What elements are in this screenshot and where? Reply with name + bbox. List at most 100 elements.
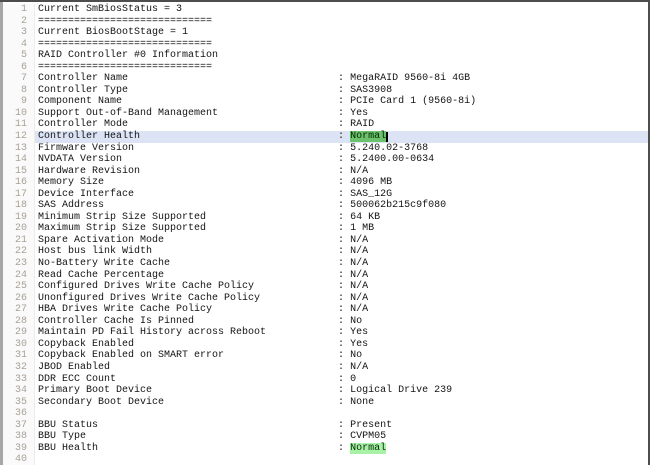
- field-value: Logical Drive 239: [350, 385, 452, 396]
- field-label: Spare Activation Mode: [38, 235, 338, 247]
- field-label: BBU Status: [38, 420, 338, 432]
- field-label: Controller Mode: [38, 119, 338, 131]
- field-value: Present: [350, 420, 392, 431]
- code-line: 22Host bus link Width: N/A: [3, 246, 648, 258]
- line-text[interactable]: Secondary Boot Device: None: [35, 397, 648, 409]
- line-text[interactable]: Support Out-of-Band Management: Yes: [35, 108, 648, 120]
- field-label: Primary Boot Device: [38, 385, 338, 397]
- code-line: 30Copyback Enabled: Yes: [3, 339, 648, 351]
- code-line: 2=============================: [3, 16, 648, 28]
- code-line: 31Copyback Enabled on SMART error: No: [3, 350, 648, 362]
- line-text[interactable]: Controller Type: SAS3908: [35, 85, 648, 97]
- field-label: Support Out-of-Band Management: [38, 108, 338, 120]
- line-text[interactable]: Controller Name: MegaRAID 9560-8i 4GB: [35, 73, 648, 85]
- line-text[interactable]: Maximum Strip Size Supported: 1 MB: [35, 223, 648, 235]
- code-line: 23No-Battery Write Cache: N/A: [3, 258, 648, 270]
- code-line: 5RAID Controller #0 Information: [3, 50, 648, 62]
- code-line: 3Current BiosBootStage = 1: [3, 27, 648, 39]
- line-number: 25: [3, 281, 35, 293]
- line-number: 26: [3, 293, 35, 305]
- field-value: 0: [350, 374, 356, 385]
- line-text[interactable]: =============================: [35, 62, 648, 74]
- line-text[interactable]: Primary Boot Device: Logical Drive 239: [35, 385, 648, 397]
- line-number: 35: [3, 397, 35, 409]
- line-number: 24: [3, 270, 35, 282]
- line-text[interactable]: BBU Type: CVPM05: [35, 431, 648, 443]
- code-line: 20Maximum Strip Size Supported: 1 MB: [3, 223, 648, 235]
- field-value: N/A: [350, 362, 368, 373]
- line-number: 12: [3, 131, 35, 143]
- line-text[interactable]: Read Cache Percentage: N/A: [35, 270, 648, 282]
- field-label: Device Interface: [38, 189, 338, 201]
- line-text[interactable]: Maintain PD Fail History across Reboot: …: [35, 327, 648, 339]
- line-text[interactable]: Minimum Strip Size Supported: 64 KB: [35, 212, 648, 224]
- code-line: 8Controller Type: SAS3908: [3, 85, 648, 97]
- line-number: 5: [3, 50, 35, 62]
- line-text[interactable]: RAID Controller #0 Information: [35, 50, 648, 62]
- code-line: 28Controller Cache Is Pinned: No: [3, 316, 648, 328]
- line-number: 33: [3, 374, 35, 386]
- line-text[interactable]: Current BiosBootStage = 1: [35, 27, 648, 39]
- line-text[interactable]: BBU Status: Present: [35, 420, 648, 432]
- line-text[interactable]: Controller Mode: RAID: [35, 119, 648, 131]
- line-number: 9: [3, 96, 35, 108]
- line-text[interactable]: Host bus link Width: N/A: [35, 246, 648, 258]
- line-text[interactable]: Firmware Version: 5.240.02-3768: [35, 143, 648, 155]
- line-text[interactable]: =============================: [35, 16, 648, 28]
- field-label: NVDATA Version: [38, 154, 338, 166]
- line-text[interactable]: Copyback Enabled: Yes: [35, 339, 648, 351]
- line-text[interactable]: HBA Drives Write Cache Policy: N/A: [35, 304, 648, 316]
- field-value: N/A: [350, 281, 368, 292]
- field-value: Normal: [350, 131, 386, 142]
- field-value: 500062b215c9f080: [350, 200, 446, 211]
- line-text[interactable]: SAS Address: 500062b215c9f080: [35, 200, 648, 212]
- line-text[interactable]: [35, 454, 648, 465]
- line-text[interactable]: Unonfigured Drives Write Cache Policy: N…: [35, 293, 648, 305]
- line-number: 15: [3, 166, 35, 178]
- line-text[interactable]: NVDATA Version: 5.2400.00-0634: [35, 154, 648, 166]
- line-number: 8: [3, 85, 35, 97]
- line-number: 19: [3, 212, 35, 224]
- line-number: 18: [3, 200, 35, 212]
- line-text[interactable]: JBOD Enabled: N/A: [35, 362, 648, 374]
- code-line: 19Minimum Strip Size Supported: 64 KB: [3, 212, 648, 224]
- line-text[interactable]: =============================: [35, 39, 648, 51]
- line-text[interactable]: Configured Drives Write Cache Policy: N/…: [35, 281, 648, 293]
- line-text[interactable]: No-Battery Write Cache: N/A: [35, 258, 648, 270]
- field-value: 5.2400.00-0634: [350, 154, 434, 165]
- line-number: 17: [3, 189, 35, 201]
- line-text[interactable]: Hardware Revision: N/A: [35, 166, 648, 178]
- field-value: N/A: [350, 270, 368, 281]
- line-number: 37: [3, 420, 35, 432]
- field-label: Controller Cache Is Pinned: [38, 316, 338, 328]
- line-text[interactable]: Spare Activation Mode: N/A: [35, 235, 648, 247]
- code-line: 17Device Interface: SAS_12G: [3, 189, 648, 201]
- line-text[interactable]: DDR ECC Count: 0: [35, 374, 648, 386]
- line-text[interactable]: Component Name: PCIe Card 1 (9560-8i): [35, 96, 648, 108]
- line-text[interactable]: Device Interface: SAS_12G: [35, 189, 648, 201]
- line-number: 20: [3, 223, 35, 235]
- field-value: Yes: [350, 108, 368, 119]
- field-value: N/A: [350, 246, 368, 257]
- field-value: SAS_12G: [350, 189, 392, 200]
- line-text[interactable]: Controller Health: Normal: [35, 131, 648, 143]
- line-text[interactable]: Controller Cache Is Pinned: No: [35, 316, 648, 328]
- line-text[interactable]: Copyback Enabled on SMART error: No: [35, 350, 648, 362]
- line-number: 28: [3, 316, 35, 328]
- code-line: 39BBU Health: Normal: [3, 443, 648, 455]
- line-number: 31: [3, 350, 35, 362]
- line-text[interactable]: Current SmBiosStatus = 3: [35, 4, 648, 16]
- field-label: Component Name: [38, 96, 338, 108]
- field-label: HBA Drives Write Cache Policy: [38, 304, 338, 316]
- line-number: 23: [3, 258, 35, 270]
- field-label: Copyback Enabled on SMART error: [38, 350, 338, 362]
- field-value: N/A: [350, 166, 368, 177]
- line-text[interactable]: [35, 408, 648, 420]
- line-number: 36: [3, 408, 35, 420]
- field-label: Secondary Boot Device: [38, 397, 338, 409]
- line-number: 7: [3, 73, 35, 85]
- line-text[interactable]: Memory Size: 4096 MB: [35, 177, 648, 189]
- line-text[interactable]: BBU Health: Normal: [35, 443, 648, 455]
- line-number: 29: [3, 327, 35, 339]
- code-line: 15Hardware Revision: N/A: [3, 166, 648, 178]
